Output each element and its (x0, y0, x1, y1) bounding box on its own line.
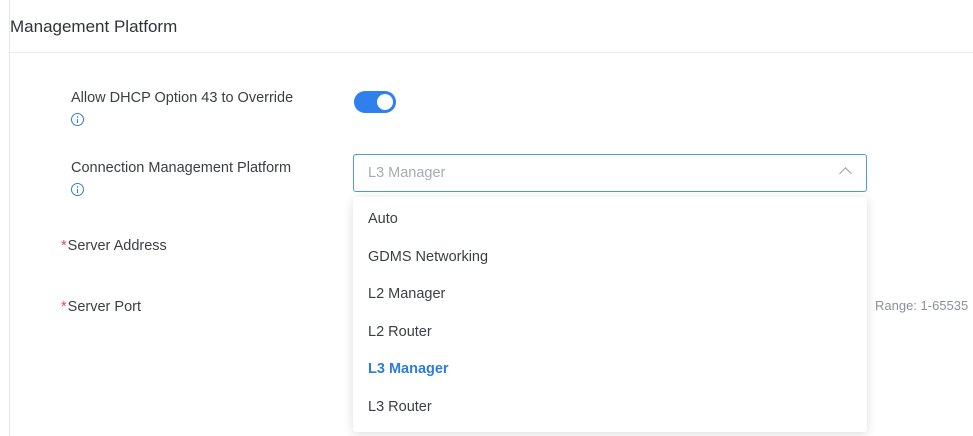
dropdown-option-l2-manager[interactable]: L2 Manager (353, 276, 867, 314)
dropdown-option-l2-router[interactable]: L2 Router (353, 314, 867, 352)
dhcp-override-toggle[interactable] (354, 91, 396, 113)
required-mark: * (61, 238, 67, 254)
required-mark: * (61, 299, 67, 315)
section-title: Management Platform (10, 17, 178, 36)
title-divider (10, 52, 973, 53)
server-port-label-text: Server Port (67, 299, 141, 315)
select-value: L3 Manager (368, 165, 446, 181)
toggle-knob (377, 94, 393, 110)
server-port-range-hint: Range: 1-65535 (875, 298, 969, 313)
dropdown-option-l3-manager[interactable]: L3 Manager (353, 351, 867, 389)
panel-left-border (9, 0, 10, 436)
management-platform-panel: Management Platform Allow DHCP Option 43… (0, 0, 973, 436)
server-address-label-text: Server Address (67, 238, 167, 254)
dropdown-option-gdms-networking[interactable]: GDMS Networking (353, 239, 867, 277)
dhcp-option-label: Allow DHCP Option 43 to Override (71, 90, 294, 106)
chevron-up-icon[interactable] (839, 167, 852, 180)
server-address-label: *Server Address (61, 236, 167, 256)
platform-dropdown-menu: Auto GDMS Networking L2 Manager L2 Route… (353, 197, 867, 432)
info-icon[interactable] (71, 113, 84, 126)
dropdown-option-l3-router[interactable]: L3 Router (353, 389, 867, 427)
server-port-label: *Server Port (61, 297, 141, 317)
connection-platform-select[interactable]: L3 Manager (353, 154, 867, 192)
info-icon[interactable] (71, 183, 84, 196)
connection-platform-label: Connection Management Platform (71, 160, 292, 176)
dropdown-option-auto[interactable]: Auto (353, 201, 867, 239)
